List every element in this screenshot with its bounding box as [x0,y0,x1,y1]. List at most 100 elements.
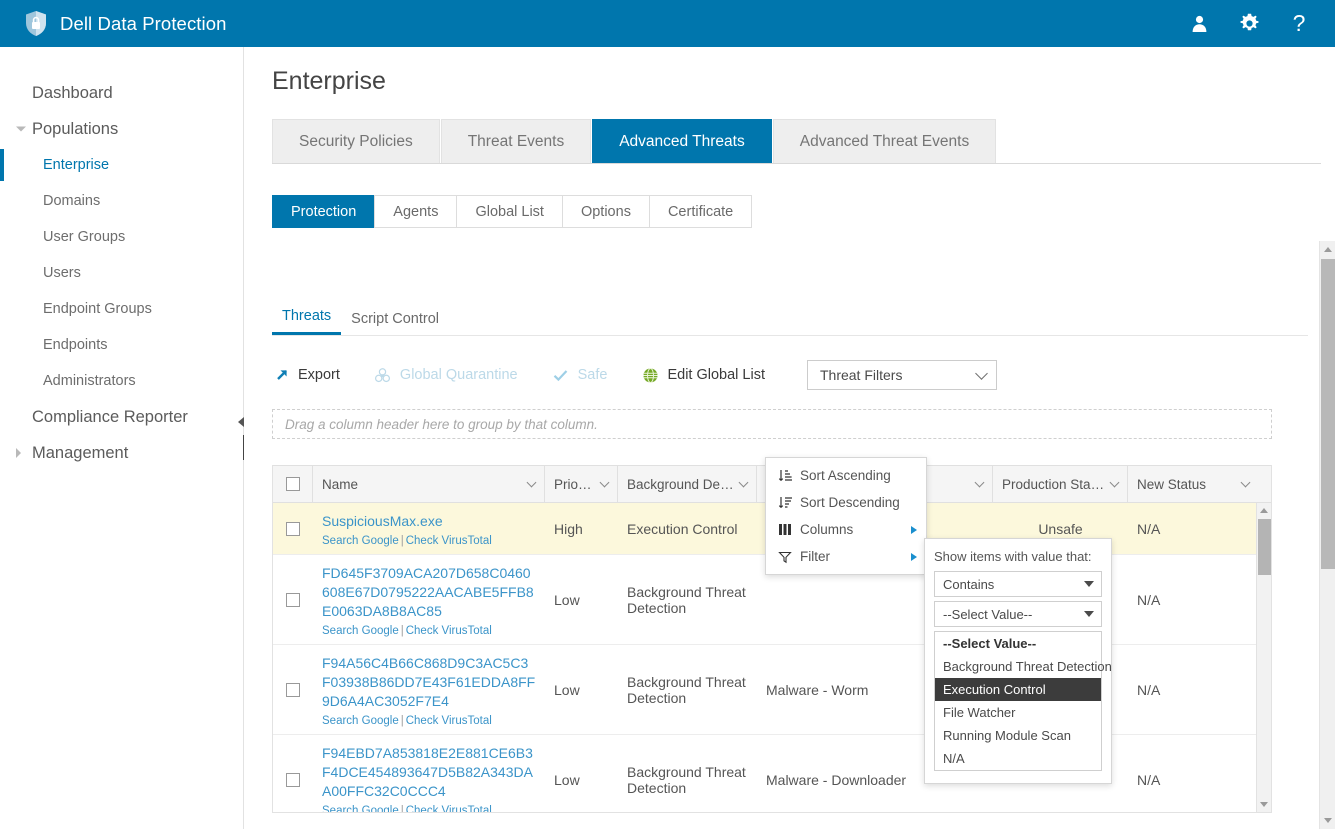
row-checkbox[interactable] [286,682,300,697]
chevron-down-icon[interactable] [526,477,537,487]
tab-threat-events[interactable]: Threat Events [440,119,592,163]
column-header-name[interactable]: Name [313,466,545,502]
row-select-cell[interactable] [273,645,313,734]
filter-option[interactable]: N/A [935,747,1101,770]
subtab-global-list[interactable]: Global List [456,195,563,228]
check-virustotal-link[interactable]: Check VirusTotal [406,625,492,637]
filter-option-selected[interactable]: Execution Control [935,678,1101,701]
column-label: Name [322,476,359,492]
threat-filters-label: Threat Filters [819,367,903,383]
threat-filters-dropdown[interactable]: Threat Filters [806,360,997,390]
help-icon[interactable]: ? [1287,12,1311,36]
sidebar-item-users[interactable]: Users [0,255,243,291]
biohazard-icon [374,366,392,384]
threat-name-link[interactable]: SuspiciousMax.exe [322,512,443,531]
subtab-options[interactable]: Options [561,195,650,228]
sidebar-item-administrators[interactable]: Administrators [0,363,243,399]
edit-global-list-button[interactable]: Edit Global List [641,366,765,384]
row-select-cell[interactable] [273,735,313,812]
sidebar-item-endpoints[interactable]: Endpoints [0,327,243,363]
search-google-link[interactable]: Search Google [322,535,399,547]
table-row[interactable]: F94EBD7A853818E2E881CE6B3F4DCE454893647D… [273,735,1271,812]
row-select-cell[interactable] [273,555,313,644]
menu-item-sort-ascending[interactable]: Sort Ascending [766,462,926,489]
page-vertical-scrollbar[interactable] [1319,241,1335,829]
chevron-down-icon[interactable] [1109,477,1120,487]
page-scroll-up-arrow-icon[interactable] [1320,241,1335,258]
filter-option[interactable]: Background Threat Detection [935,655,1112,678]
minitab-threats[interactable]: Threats [272,308,342,335]
table-row[interactable]: F94A56C4B66C868D9C3AC5C3F03938B86DD7E43F… [273,645,1271,735]
check-virustotal-link[interactable]: Check VirusTotal [406,805,492,812]
minitab-script-control[interactable]: Script Control [341,311,449,335]
sidebar-item-populations[interactable]: Populations [0,111,243,147]
chevron-down-icon[interactable] [1240,477,1251,487]
export-button[interactable]: Export [272,366,340,384]
chevron-down-icon[interactable] [738,477,749,487]
sidebar-resize-handle[interactable] [243,435,244,460]
scroll-up-arrow-icon[interactable] [1257,503,1271,518]
grid-vertical-scrollbar[interactable] [1256,503,1271,812]
subtab-protection[interactable]: Protection [272,195,376,228]
gear-icon[interactable] [1237,12,1261,36]
menu-item-columns[interactable]: Columns [766,516,926,543]
tab-advanced-threat-events[interactable]: Advanced Threat Events [772,119,997,163]
chevron-down-icon[interactable] [599,477,610,487]
sidebar-item-endpoint-groups[interactable]: Endpoint Groups [0,291,243,327]
threat-name-link[interactable]: FD645F3709ACA207D658C0460608E67D0795222A… [322,564,536,621]
sidebar-item-domains[interactable]: Domains [0,183,243,219]
submenu-arrow-icon [911,525,917,534]
subtab-certificate[interactable]: Certificate [648,195,753,228]
sidebar-item-management[interactable]: Management [0,435,243,471]
caret-down-icon [1084,611,1094,617]
grid-scrollbar-thumb[interactable] [1258,519,1271,575]
column-header-priority[interactable]: Priority [545,466,618,502]
search-google-link[interactable]: Search Google [322,805,399,812]
sidebar-item-dashboard[interactable]: Dashboard [0,75,243,111]
column-header-new-status[interactable]: New Status [1128,466,1258,502]
sidebar-item-compliance-reporter[interactable]: Compliance Reporter [0,399,243,435]
threat-name-link[interactable]: F94EBD7A853818E2E881CE6B3F4DCE454893647D… [322,744,536,801]
search-google-link[interactable]: Search Google [322,625,399,637]
row-select-cell[interactable] [273,503,313,554]
subtab-agents[interactable]: Agents [374,195,458,228]
check-virustotal-link[interactable]: Check VirusTotal [406,715,492,727]
row-checkbox[interactable] [286,772,300,787]
page-scroll-down-arrow-icon[interactable] [1320,812,1335,829]
row-background-detection-cell: Background Threat Detection [627,673,746,706]
select-all-header[interactable] [273,466,313,502]
sidebar-item-user-groups[interactable]: User Groups [0,219,243,255]
user-icon[interactable] [1187,12,1211,36]
chevron-right-icon[interactable] [16,448,21,458]
filter-value-dropdown[interactable]: --Select Value-- [934,601,1102,627]
tab-advanced-threats[interactable]: Advanced Threats [592,119,772,163]
row-background-detection-cell: Background Threat Detection [627,583,746,616]
row-background-detection-cell: Execution Control [627,520,738,537]
column-header-production-status[interactable]: Production Statu... [993,466,1128,502]
column-header-background-detection[interactable]: Background Detec [618,466,757,502]
page-scrollbar-thumb[interactable] [1321,259,1335,569]
safe-button[interactable]: Safe [552,366,607,384]
row-new-status-cell: N/A [1137,771,1161,788]
search-google-link[interactable]: Search Google [322,715,399,727]
check-virustotal-link[interactable]: Check VirusTotal [406,535,492,547]
sidebar-item-enterprise[interactable]: Enterprise [0,147,243,183]
threat-name-link[interactable]: F94A56C4B66C868D9C3AC5C3F03938B86DD7E43F… [322,654,536,711]
chevron-down-icon[interactable] [16,126,26,132]
row-checkbox[interactable] [286,592,300,607]
tab-security-policies[interactable]: Security Policies [272,119,440,163]
menu-item-filter[interactable]: Filter [766,543,926,570]
filter-option[interactable]: --Select Value-- [935,632,1101,655]
global-quarantine-button[interactable]: Global Quarantine [374,366,518,384]
row-checkbox[interactable] [286,521,300,536]
filter-option[interactable]: Running Module Scan [935,724,1101,747]
group-by-dropzone[interactable]: Drag a column header here to group by th… [272,409,1272,439]
column-label: Priority [554,476,595,492]
select-all-checkbox[interactable] [285,477,300,491]
scroll-down-arrow-icon[interactable] [1257,797,1271,812]
menu-item-sort-descending[interactable]: Sort Descending [766,489,926,516]
chevron-down-icon[interactable] [974,477,985,487]
filter-operator-dropdown[interactable]: Contains [934,571,1102,597]
filter-option[interactable]: File Watcher [935,701,1101,724]
subtab-label: Agents [393,203,439,220]
